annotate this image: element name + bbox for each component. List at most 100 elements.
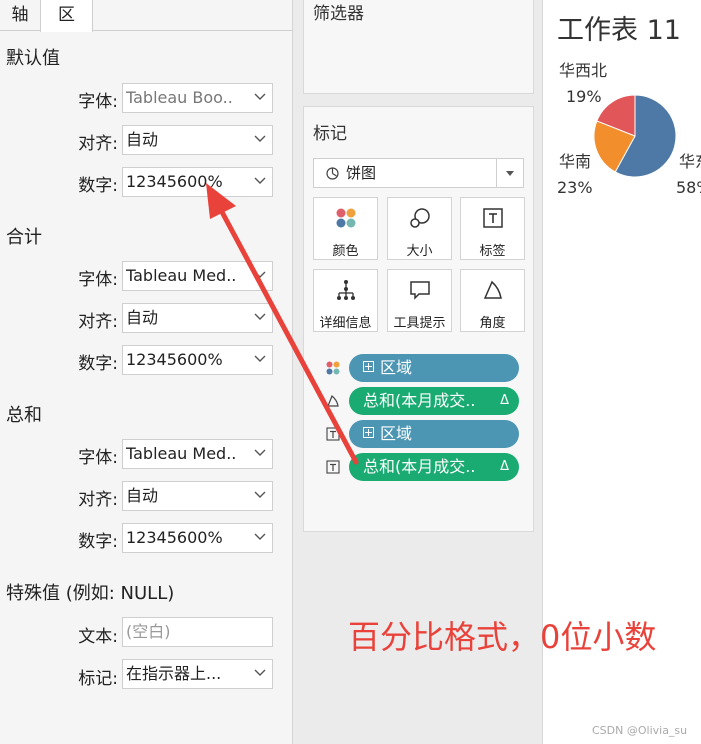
watermark: CSDN @Olivia_su (592, 724, 688, 737)
chevron-down-icon (254, 313, 266, 320)
mark-type-dropdown[interactable]: 饼图 (313, 158, 524, 188)
number-label: 数字: (78, 354, 118, 374)
delta-icon: Δ (500, 393, 509, 408)
color-button[interactable]: 颜色 (313, 197, 378, 260)
expand-plus-icon[interactable] (363, 427, 374, 438)
mark-type-value: 饼图 (346, 164, 377, 182)
speech-bubble-icon (410, 281, 430, 300)
expand-plus-icon[interactable] (363, 361, 374, 372)
chevron-down-icon (254, 669, 266, 676)
format-tab-strip: 轴 区 (0, 0, 293, 32)
default-number-dropdown[interactable]: 12345600% (122, 167, 273, 197)
pill-angle-sum[interactable]: 总和(本月成交.. Δ (349, 387, 519, 415)
tab-axis[interactable]: 轴 (0, 0, 40, 31)
subtotal-align-dropdown[interactable]: 自动 (122, 303, 273, 333)
tab-pane[interactable]: 区 (40, 0, 93, 32)
special-text-input[interactable]: (空白) (122, 617, 273, 647)
text-label-icon (326, 427, 340, 441)
size-button-label: 大小 (406, 244, 433, 259)
caret-down-icon (506, 171, 514, 176)
detail-button[interactable]: 详细信息 (313, 269, 378, 332)
dropdown-value: 自动 (126, 486, 159, 505)
text-label: 文本: (78, 627, 118, 647)
worksheet-title: 工作表 11 (557, 15, 681, 46)
section-title-subtotal: 合计 (6, 227, 42, 248)
dropdown-value: 12345600% (126, 172, 223, 191)
annotation-text: 百分比格式，0位小数 (348, 618, 657, 656)
section-title-default: 默认值 (6, 48, 60, 69)
chevron-down-icon (254, 135, 266, 142)
size-icon (410, 208, 430, 228)
pill-label: 总和(本月成交.. (363, 391, 476, 410)
pie-label-category: 华西北 (559, 61, 608, 80)
default-align-dropdown[interactable]: 自动 (122, 125, 273, 155)
grand-total-font-dropdown[interactable]: Tableau Med.. (122, 439, 273, 469)
pill-label: 总和(本月成交.. (363, 457, 476, 476)
marks-title: 标记 (313, 124, 347, 144)
marks-label: 标记: (78, 669, 118, 689)
number-label: 数字: (78, 532, 118, 552)
special-marks-dropdown[interactable]: 在指示器上... (122, 659, 273, 689)
section-title-grand-total: 总和 (6, 405, 42, 426)
pie-chart-icon (326, 167, 339, 180)
text-label-icon (483, 208, 503, 228)
pill-label: 区域 (380, 358, 413, 377)
grand-total-align-dropdown[interactable]: 自动 (122, 481, 273, 511)
angle-icon (327, 395, 339, 407)
dropdown-value: Tableau Boo.. (126, 88, 233, 107)
filters-card[interactable]: 筛选器 (303, 0, 534, 94)
format-pane: 轴 区 默认值 字体: Tableau Boo.. 对齐: 自动 数字: 123… (0, 0, 293, 744)
marks-card: 标记 饼图 颜色 大小 标签 详细信息 工具提示 角度 区域 总和(本月成交..… (303, 106, 534, 532)
align-label: 对齐: (78, 490, 118, 510)
dropdown-value: 12345600% (126, 350, 223, 369)
number-label: 数字: (78, 176, 118, 196)
dropdown-value: Tableau Med.. (126, 444, 237, 463)
chevron-down-icon (254, 93, 266, 100)
align-label: 对齐: (78, 312, 118, 332)
tooltip-button-label: 工具提示 (393, 316, 446, 331)
font-label: 字体: (78, 92, 118, 112)
pill-label-sum[interactable]: 总和(本月成交.. Δ (349, 453, 519, 481)
subtotal-font-dropdown[interactable]: Tableau Med.. (122, 261, 273, 291)
chevron-down-icon (254, 177, 266, 184)
dropdown-value: 12345600% (126, 528, 223, 547)
chevron-down-icon (254, 449, 266, 456)
grand-total-number-dropdown[interactable]: 12345600% (122, 523, 273, 553)
align-label: 对齐: (78, 134, 118, 154)
angle-button-label: 角度 (479, 316, 506, 331)
delta-icon: Δ (500, 459, 509, 474)
hierarchy-icon (337, 280, 355, 300)
pie-label-value: 23% (557, 178, 593, 197)
label-button[interactable]: 标签 (460, 197, 525, 260)
detail-button-label: 详细信息 (319, 316, 372, 331)
chevron-down-icon (254, 271, 266, 278)
chevron-down-icon (254, 533, 266, 540)
chevron-down-icon (254, 491, 266, 498)
color-dots-icon (326, 361, 340, 375)
pie-label-category: 华南 (559, 152, 592, 171)
color-button-label: 颜色 (332, 244, 359, 259)
pill-label: 区域 (380, 424, 413, 443)
pie-chart[interactable] (593, 94, 677, 178)
font-label: 字体: (78, 270, 118, 290)
mark-type-chevron[interactable] (496, 159, 523, 187)
pie-label-value: 58% (676, 178, 701, 197)
label-button-label: 标签 (479, 244, 506, 259)
default-font-dropdown[interactable]: Tableau Boo.. (122, 83, 273, 113)
pill-color-region[interactable]: 区域 (349, 354, 519, 382)
subtotal-number-dropdown[interactable]: 12345600% (122, 345, 273, 375)
size-button[interactable]: 大小 (387, 197, 452, 260)
chevron-down-icon (254, 355, 266, 362)
font-label: 字体: (78, 448, 118, 468)
angle-button[interactable]: 角度 (460, 269, 525, 332)
tooltip-button[interactable]: 工具提示 (387, 269, 452, 332)
color-dots-icon (336, 208, 356, 228)
dropdown-value: 自动 (126, 130, 159, 149)
pie-label-category: 华东 (679, 152, 701, 171)
angle-icon (483, 280, 502, 299)
section-title-special-values: 特殊值 (例如: NULL) (6, 583, 175, 604)
filters-title: 筛选器 (313, 4, 364, 24)
dropdown-value: 自动 (126, 308, 159, 327)
dropdown-value: 在指示器上... (126, 664, 222, 683)
pill-label-region[interactable]: 区域 (349, 420, 519, 448)
